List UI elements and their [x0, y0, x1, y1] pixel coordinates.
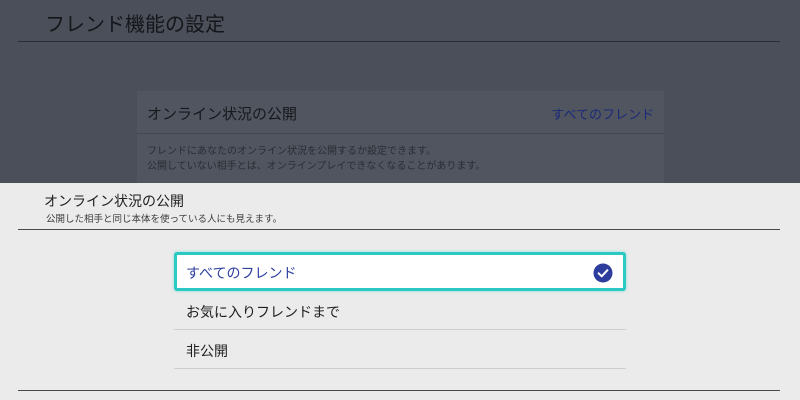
setting-description-line-2: 公開していない相手とは、オンラインプレイできなくなることがあります。 — [147, 161, 486, 172]
setting-label: オンライン状況の公開 — [147, 105, 298, 123]
sheet-footer-divider — [18, 390, 780, 391]
option-label: お気に入りフレンドまで — [186, 305, 340, 321]
sheet-subtitle: 公開した相手と同じ本体を使っている人にも見えます。 — [46, 214, 283, 225]
selection-sheet: オンライン状況の公開 公開した相手と同じ本体を使っている人にも見えます。 すべて… — [0, 183, 800, 400]
option-label: すべてのフレンド — [186, 266, 297, 282]
setting-current-value: すべてのフレンド — [551, 108, 654, 123]
check-circle-icon — [593, 263, 613, 283]
background-settings-screen: フレンド機能の設定 オンライン状況の公開 すべてのフレンド フレンドにあなたのオ… — [0, 0, 800, 183]
option-list: すべてのフレンド お気に入りフレンドまで 非公開 — [174, 252, 626, 369]
setting-panel: オンライン状況の公開 すべてのフレンド フレンドにあなたのオンライン状況を公開す… — [137, 91, 664, 183]
option-all-friends[interactable]: すべてのフレンド — [174, 252, 626, 291]
setting-description-line-1: フレンドにあなたのオンライン状況を公開するか設定できます。 — [147, 146, 436, 157]
sheet-title: オンライン状況の公開 — [44, 194, 184, 210]
sheet-header-divider — [18, 229, 780, 230]
title-divider — [18, 41, 780, 42]
setting-divider — [137, 133, 664, 134]
option-private[interactable]: 非公開 — [174, 330, 626, 369]
option-label: 非公開 — [186, 344, 228, 360]
option-favorite-friends[interactable]: お気に入りフレンドまで — [174, 291, 626, 330]
page-title: フレンド機能の設定 — [45, 12, 225, 36]
